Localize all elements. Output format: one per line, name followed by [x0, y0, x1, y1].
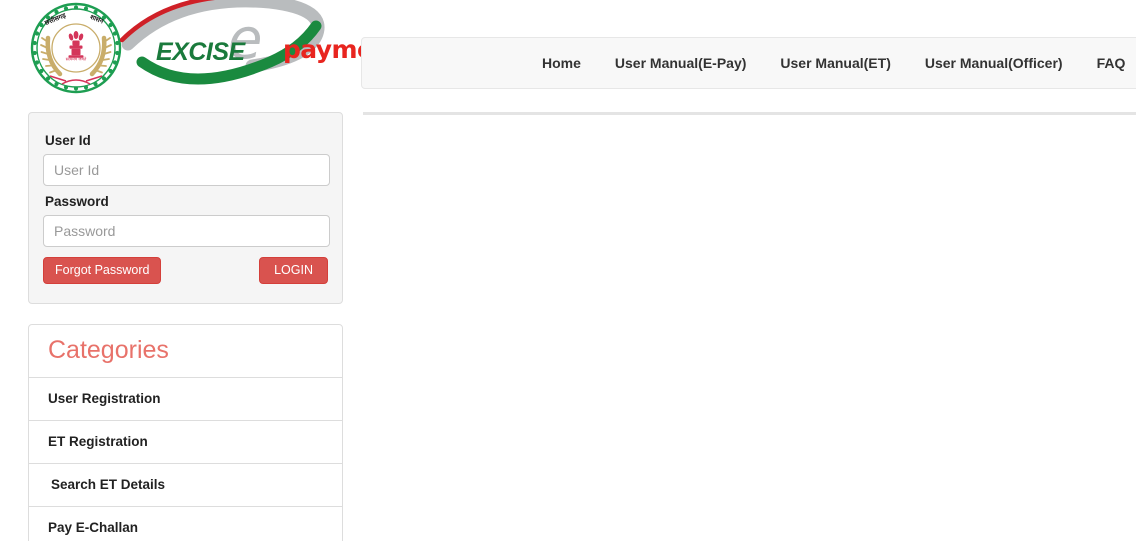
main-navbar: Home User Manual(E-Pay) User Manual(ET) …	[361, 37, 1136, 89]
page-root: सत्यमेव जयते छत्तीसगढ़ शासन e EXCISE pay…	[0, 0, 1136, 541]
userid-label: User Id	[45, 133, 328, 148]
category-item-search-et-details[interactable]: Search ET Details	[29, 464, 342, 507]
forgot-password-button[interactable]: Forgot Password	[43, 257, 161, 284]
nav-list: Home User Manual(E-Pay) User Manual(ET) …	[525, 38, 1136, 88]
category-item-user-registration[interactable]: User Registration	[29, 378, 342, 421]
site-logo[interactable]: सत्यमेव जयते छत्तीसगढ़ शासन e EXCISE pay…	[28, 0, 348, 100]
password-label: Password	[45, 194, 328, 209]
nav-item-user-manual-et[interactable]: User Manual(ET)	[763, 38, 907, 88]
categories-panel: Categories User Registration ET Registra…	[28, 324, 343, 541]
nav-item-user-manual-epay[interactable]: User Manual(E-Pay)	[598, 38, 763, 88]
brand-wordmark: e EXCISE payment	[120, 0, 360, 100]
svg-text:सत्यमेव जयते: सत्यमेव जयते	[66, 57, 87, 62]
nav-item-user-manual-officer[interactable]: User Manual(Officer)	[908, 38, 1080, 88]
nav-item-faq[interactable]: FAQ	[1080, 38, 1136, 88]
login-button[interactable]: LOGIN	[259, 257, 328, 284]
nav-item-home[interactable]: Home	[525, 38, 598, 88]
categories-title: Categories	[29, 325, 342, 378]
chhattisgarh-state-emblem-icon: सत्यमेव जयते छत्तीसगढ़ शासन	[28, 2, 124, 94]
login-panel: User Id Password Forgot Password LOGIN	[28, 112, 343, 304]
main-content-area	[363, 118, 1136, 538]
category-item-et-registration[interactable]: ET Registration	[29, 421, 342, 464]
login-button-row: Forgot Password LOGIN	[43, 257, 328, 285]
category-item-pay-e-challan[interactable]: Pay E-Challan	[29, 507, 342, 541]
content-divider	[363, 112, 1136, 115]
userid-input[interactable]	[43, 154, 330, 186]
brand-excise-text: EXCISE	[156, 38, 245, 67]
password-input[interactable]	[43, 215, 330, 247]
